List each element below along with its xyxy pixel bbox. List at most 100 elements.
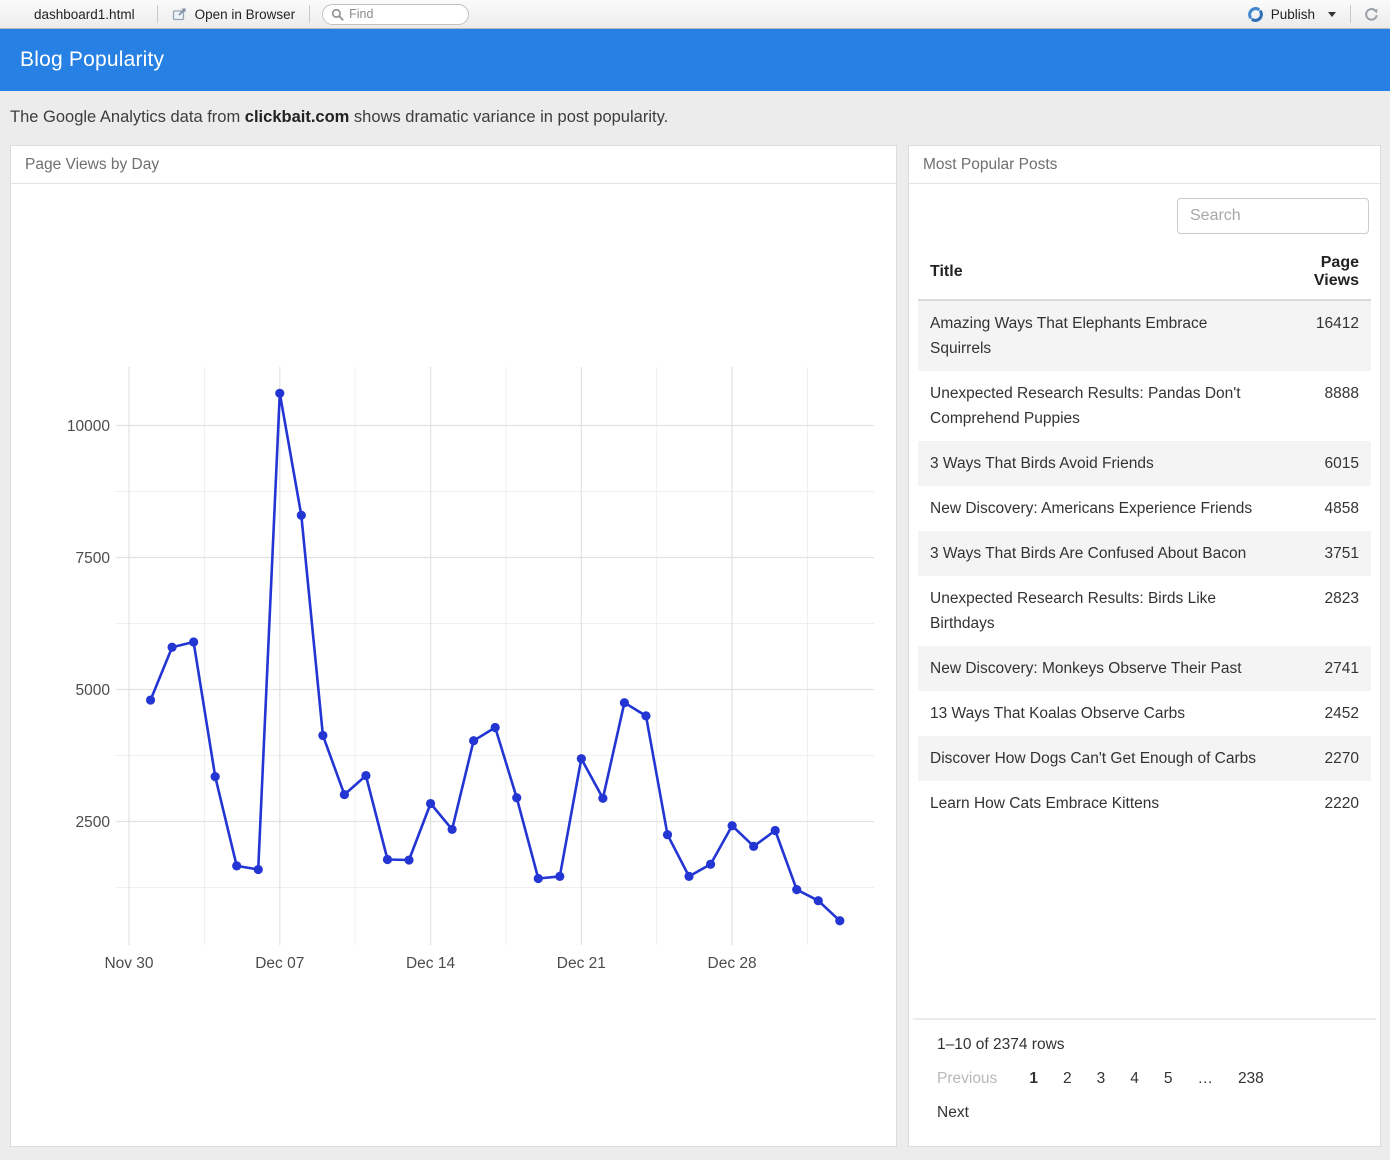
chart-point	[189, 637, 198, 646]
chart-body: 25005000750010000Nov 30Dec 07Dec 14Dec 2…	[11, 184, 896, 1146]
previous-page-button[interactable]: Previous	[937, 1070, 997, 1088]
page-number-button[interactable]: 1	[1029, 1070, 1038, 1088]
post-views-cell: 8888	[1279, 371, 1371, 441]
chart-line	[151, 393, 840, 921]
table-row[interactable]: Amazing Ways That Elephants Embrace Squi…	[918, 300, 1371, 371]
post-title-cell: Learn How Cats Embrace Kittens	[918, 781, 1279, 826]
subtitle-domain: clickbait.com	[245, 108, 350, 126]
page-number-button[interactable]: 4	[1130, 1070, 1139, 1088]
table-row[interactable]: Unexpected Research Results: Birds Like …	[918, 576, 1371, 646]
chart-point	[728, 821, 737, 830]
chart-point	[232, 861, 241, 870]
chart-point	[598, 794, 607, 803]
page-number-button[interactable]: 3	[1097, 1070, 1106, 1088]
pagination: 1–10 of 2374 rows Previous 1 2 3 4 5 … 238 Nex…	[913, 1018, 1376, 1146]
dashboard-navbar: Blog Popularity	[0, 29, 1390, 91]
subtitle: The Google Analytics data from clickbait…	[0, 91, 1390, 145]
post-title-cell: New Discovery: Americans Experience Frie…	[918, 486, 1279, 531]
chart-point	[318, 731, 327, 740]
find-input[interactable]	[349, 7, 449, 21]
table-row[interactable]: 3 Ways That Birds Avoid Friends6015	[918, 441, 1371, 486]
table-row[interactable]: 3 Ways That Birds Are Confused About Bac…	[918, 531, 1371, 576]
chart-point	[771, 826, 780, 835]
posts-panel-title: Most Popular Posts	[909, 146, 1380, 184]
table-row[interactable]: Discover How Dogs Can't Get Enough of Ca…	[918, 736, 1371, 781]
search-row	[909, 184, 1380, 244]
post-views-cell: 2220	[1279, 781, 1371, 826]
pagination-summary: 1–10 of 2374 rows	[937, 1036, 1352, 1054]
chart-point	[641, 711, 650, 720]
table-search-input[interactable]	[1177, 198, 1369, 234]
chart-point	[577, 754, 586, 763]
table-row[interactable]: Learn How Cats Embrace Kittens2220	[918, 781, 1371, 826]
post-title-cell: New Discovery: Monkeys Observe Their Pas…	[918, 646, 1279, 691]
table-row[interactable]: 13 Ways That Koalas Observe Carbs2452	[918, 691, 1371, 736]
chart-point	[469, 736, 478, 745]
publish-label: Publish	[1271, 7, 1315, 22]
chart-point	[512, 793, 521, 802]
publish-button[interactable]: Publish	[1243, 4, 1340, 25]
chart-point	[620, 698, 629, 707]
search-icon	[331, 8, 344, 21]
find-box	[322, 4, 469, 25]
chart-point	[706, 860, 715, 869]
x-axis-tick-label: Dec 07	[255, 955, 304, 972]
publish-icon	[1247, 6, 1264, 23]
pager-row: Previous 1 2 3 4 5 … 238	[937, 1070, 1352, 1088]
open-in-browser-icon	[172, 6, 188, 22]
table-row[interactable]: Unexpected Research Results: Pandas Don'…	[918, 371, 1371, 441]
toolbar-divider	[1350, 5, 1351, 23]
y-axis-tick-label: 7500	[76, 550, 111, 567]
open-in-browser-label: Open in Browser	[195, 7, 296, 22]
chart-point	[146, 695, 155, 704]
x-axis-tick-label: Nov 30	[104, 955, 153, 972]
chart-point	[340, 790, 349, 799]
pagination-ellipsis: …	[1197, 1070, 1213, 1088]
page-title: Blog Popularity	[20, 48, 164, 72]
post-title-cell: Unexpected Research Results: Pandas Don'…	[918, 371, 1279, 441]
chart-point	[792, 885, 801, 894]
chart-point	[211, 772, 220, 781]
table-row[interactable]: New Discovery: Monkeys Observe Their Pas…	[918, 646, 1371, 691]
page-number-button[interactable]: 238	[1238, 1070, 1264, 1088]
chart-point	[814, 896, 823, 905]
chart-point	[663, 830, 672, 839]
chart-point	[297, 511, 306, 520]
file-tab[interactable]: dashboard1.html	[34, 7, 147, 22]
chart-point	[448, 825, 457, 834]
posts-table-body: Amazing Ways That Elephants Embrace Squi…	[918, 300, 1371, 826]
page-number-button[interactable]: 2	[1063, 1070, 1072, 1088]
post-views-cell: 2823	[1279, 576, 1371, 646]
open-in-browser-button[interactable]: Open in Browser	[168, 4, 300, 24]
post-views-cell: 4858	[1279, 486, 1371, 531]
post-title-cell: Amazing Ways That Elephants Embrace Squi…	[918, 300, 1279, 371]
pageviews-chart: 25005000750010000Nov 30Dec 07Dec 14Dec 2…	[11, 355, 896, 975]
chart-point	[275, 389, 284, 398]
x-axis-tick-label: Dec 21	[557, 955, 606, 972]
viewer-toolbar: dashboard1.html Open in Browser Publish	[0, 0, 1390, 29]
next-page-button[interactable]: Next	[937, 1104, 969, 1122]
main-content: Page Views by Day 25005000750010000Nov 3…	[10, 145, 1381, 1147]
chart-panel: Page Views by Day 25005000750010000Nov 3…	[10, 145, 897, 1147]
column-header-title[interactable]: Title	[918, 246, 1279, 300]
page-number-button[interactable]: 5	[1164, 1070, 1173, 1088]
subtitle-prefix: The Google Analytics data from	[10, 108, 245, 126]
table-header-row: Title Page Views	[918, 246, 1371, 300]
post-views-cell: 6015	[1279, 441, 1371, 486]
y-axis-tick-label: 5000	[76, 682, 111, 699]
chart-point	[167, 643, 176, 652]
subtitle-suffix: shows dramatic variance in post populari…	[349, 108, 668, 126]
column-header-pageviews[interactable]: Page Views	[1279, 246, 1371, 300]
post-views-cell: 2270	[1279, 736, 1371, 781]
chart-point	[534, 874, 543, 883]
chart-point	[361, 771, 370, 780]
chart-panel-title: Page Views by Day	[11, 146, 896, 184]
post-views-cell: 2452	[1279, 691, 1371, 736]
y-axis-tick-label: 2500	[76, 814, 111, 831]
chart-point	[254, 865, 263, 874]
refresh-icon	[1363, 6, 1380, 23]
post-title-cell: 3 Ways That Birds Avoid Friends	[918, 441, 1279, 486]
refresh-button[interactable]	[1361, 6, 1390, 23]
chart-point	[426, 799, 435, 808]
table-row[interactable]: New Discovery: Americans Experience Frie…	[918, 486, 1371, 531]
